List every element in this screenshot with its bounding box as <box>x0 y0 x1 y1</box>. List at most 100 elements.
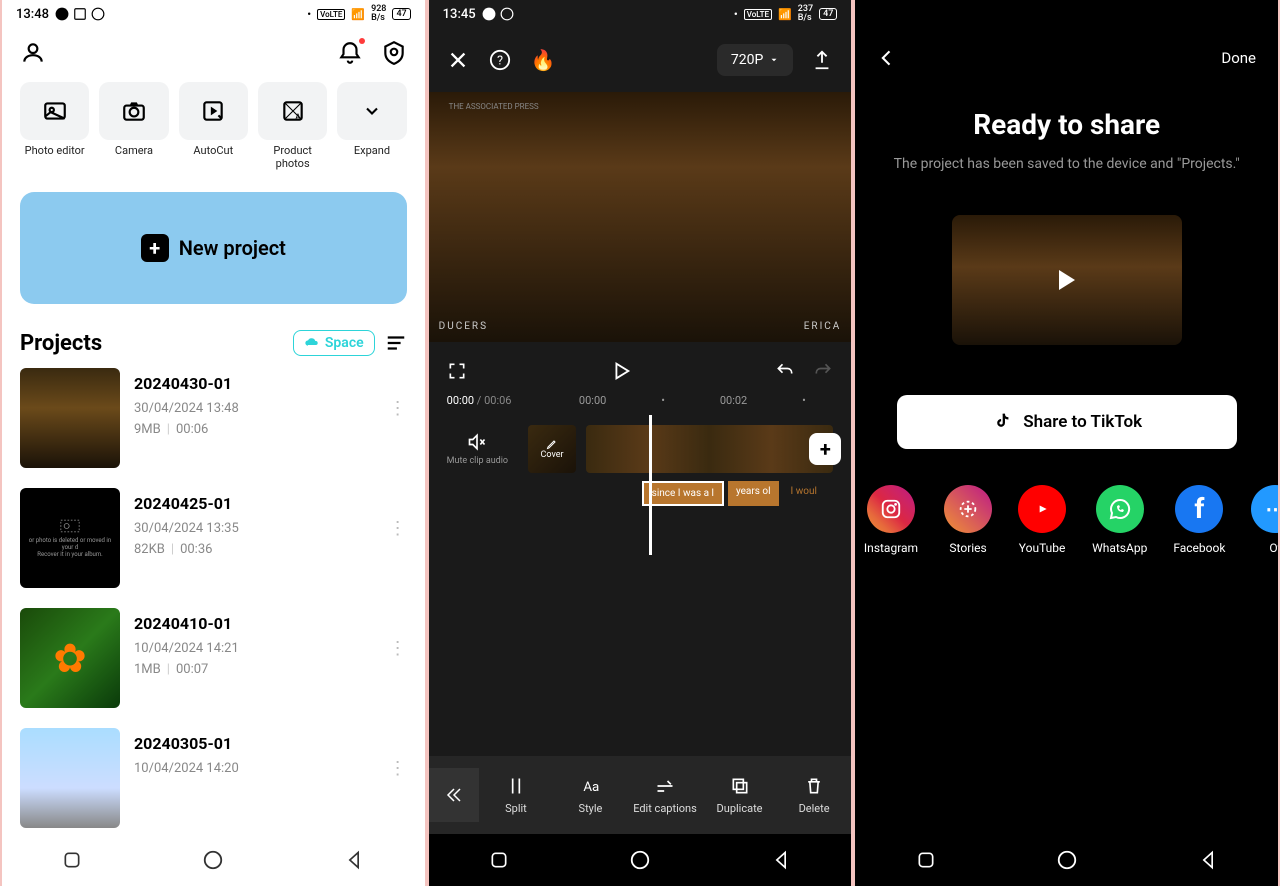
status-net: 237B/s <box>798 5 813 23</box>
more-icon[interactable]: ⋮ <box>389 368 407 419</box>
share-stories[interactable]: Stories <box>944 485 992 555</box>
edit-icon <box>546 438 558 450</box>
caption-segment[interactable]: since I was a l <box>642 481 724 506</box>
edit-toolbar: Split Aa Style Edit captions Duplicate D… <box>429 756 852 834</box>
status-bar: 13:45 • VoLTE 📶 237B/s 47 <box>429 0 852 28</box>
share-subtitle: The project has been saved to the device… <box>894 155 1240 175</box>
quality-button[interactable]: 720P <box>717 44 793 76</box>
tool-style[interactable]: Aa Style <box>553 776 628 815</box>
settings-icon[interactable] <box>381 40 407 66</box>
caption-track[interactable]: since I was a l years ol I woul <box>642 481 834 506</box>
nav-recent[interactable] <box>487 848 511 872</box>
style-icon: Aa <box>580 776 600 796</box>
cloud-icon <box>304 335 320 351</box>
tool-camera[interactable]: Camera <box>99 82 168 170</box>
playhead[interactable] <box>649 415 652 555</box>
profile-icon[interactable] <box>20 40 46 66</box>
nav-back[interactable] <box>342 848 366 872</box>
phone-editor-screen: 13:45 • VoLTE 📶 237B/s 47 ? 🔥 720P <box>429 0 852 886</box>
new-project-button[interactable]: + New project <box>20 192 407 304</box>
time-row: 00:00 / 00:06 00:00 • 00:02 • <box>429 390 852 425</box>
video-preview[interactable]: THE ASSOCIATED PRESS DUCERS ERICA <box>429 92 852 342</box>
back-icon[interactable] <box>877 48 897 68</box>
tool-product-photos[interactable]: AI Product photos <box>258 82 327 170</box>
project-item[interactable]: 20240305-01 10/04/2024 14:20 ⋮ <box>20 728 407 828</box>
tool-photo-editor[interactable]: Photo editor <box>20 82 89 170</box>
project-thumbnail <box>20 368 120 468</box>
tool-edit-captions[interactable]: Edit captions <box>628 776 703 815</box>
spotify-icon <box>55 7 69 21</box>
flame-icon[interactable]: 🔥 <box>531 48 556 72</box>
fullscreen-icon[interactable] <box>447 361 467 381</box>
nav-home[interactable] <box>1055 848 1079 872</box>
share-youtube[interactable]: YouTube <box>1018 485 1066 555</box>
add-clip-button[interactable]: + <box>809 433 841 465</box>
gallery-icon <box>73 7 87 21</box>
nav-back[interactable] <box>769 848 793 872</box>
more-icon[interactable]: ⋮ <box>389 488 407 539</box>
space-button[interactable]: Space <box>293 330 375 356</box>
whatsapp-icon <box>500 7 514 21</box>
mute-audio-button[interactable]: Mute clip audio <box>447 432 518 466</box>
captions-icon <box>655 776 675 796</box>
tool-autocut[interactable]: AutoCut <box>179 82 248 170</box>
close-icon[interactable] <box>447 49 469 71</box>
whatsapp-icon <box>91 7 105 21</box>
signal-icon: 📶 <box>351 8 365 21</box>
projects-list[interactable]: 20240430-01 30/04/2024 13:48 9MB|00:06 ⋮… <box>2 368 425 834</box>
share-thumbnail[interactable] <box>952 215 1182 345</box>
projects-header: Projects Space <box>2 322 425 368</box>
caption-segment[interactable]: I woul <box>783 481 825 506</box>
status-dot: • <box>734 8 738 21</box>
notification-icon[interactable] <box>337 40 363 66</box>
nav-back[interactable] <box>1196 848 1220 872</box>
nav-bar <box>429 834 852 886</box>
tools-row: Photo editor Camera AutoCut AI Product p… <box>2 78 425 174</box>
share-other[interactable]: ⋯ Ot <box>1251 485 1278 555</box>
share-platforms: Instagram Stories YouTube WhatsApp f Fac… <box>864 485 1270 555</box>
more-icon[interactable]: ⋮ <box>389 728 407 779</box>
project-item[interactable]: 20240430-01 30/04/2024 13:48 9MB|00:06 ⋮ <box>20 368 407 468</box>
status-time: 13:45 <box>443 7 476 22</box>
share-instagram[interactable]: Instagram <box>864 485 918 555</box>
project-item[interactable]: or photo is deleted or moved in your d R… <box>20 488 407 588</box>
cover-button[interactable]: Cover <box>528 425 576 473</box>
nav-recent[interactable] <box>60 848 84 872</box>
project-item[interactable]: 20240410-01 10/04/2024 14:21 1MB|00:07 ⋮ <box>20 608 407 708</box>
project-thumbnail: or photo is deleted or moved in your d R… <box>20 488 120 588</box>
share-facebook[interactable]: f Facebook <box>1173 485 1225 555</box>
help-icon[interactable]: ? <box>489 49 511 71</box>
back-tool-button[interactable] <box>429 768 479 822</box>
tool-split[interactable]: Split <box>479 776 554 815</box>
done-button[interactable]: Done <box>1221 49 1256 67</box>
phone-share-screen: Done Ready to share The project has been… <box>855 0 1278 886</box>
video-clip[interactable] <box>586 425 833 473</box>
sort-icon[interactable] <box>385 332 407 354</box>
tool-expand[interactable]: Expand <box>337 82 406 170</box>
spotify-icon <box>482 7 496 21</box>
caption-segment[interactable]: years ol <box>728 481 779 506</box>
play-icon[interactable] <box>610 360 632 382</box>
battery-icon: 47 <box>392 8 410 20</box>
export-icon[interactable] <box>811 49 833 71</box>
undo-icon[interactable] <box>775 361 795 381</box>
signal-icon: 📶 <box>778 8 792 21</box>
redo-icon[interactable] <box>813 361 833 381</box>
timeline[interactable]: Mute clip audio Cover + since I was a l … <box>429 425 852 545</box>
project-thumbnail <box>20 728 120 828</box>
svg-text:AI: AI <box>295 113 303 123</box>
nav-home[interactable] <box>201 848 225 872</box>
tiktok-icon <box>991 411 1013 433</box>
nav-recent[interactable] <box>914 848 938 872</box>
share-whatsapp[interactable]: WhatsApp <box>1092 485 1147 555</box>
whatsapp-icon <box>1096 485 1144 533</box>
share-tiktok-button[interactable]: Share to TikTok <box>897 395 1237 449</box>
status-bar: 13:48 • VoLTE 📶 928B/s 47 <box>2 0 425 28</box>
tool-duplicate[interactable]: Duplicate <box>702 776 777 815</box>
tool-delete[interactable]: Delete <box>777 776 852 815</box>
nav-home[interactable] <box>628 848 652 872</box>
share-header: Done <box>855 28 1278 88</box>
status-time: 13:48 <box>16 7 49 22</box>
youtube-icon <box>1018 485 1066 533</box>
more-icon[interactable]: ⋮ <box>389 608 407 659</box>
